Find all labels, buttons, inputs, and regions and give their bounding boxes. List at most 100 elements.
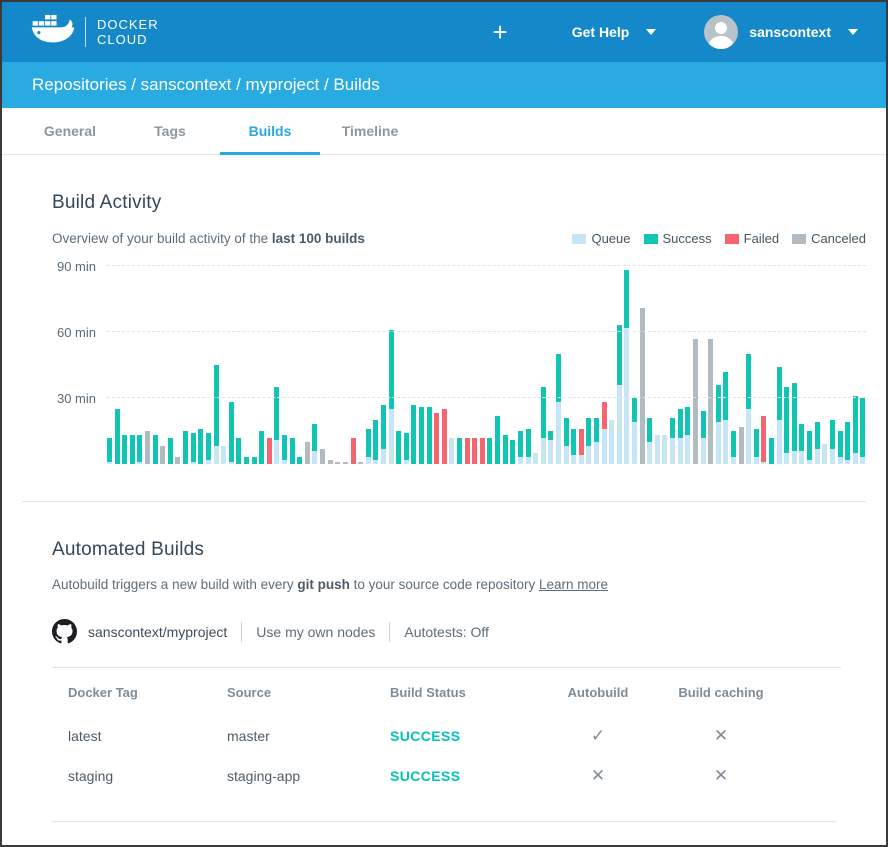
breadcrumb[interactable]: Repositories / sanscontext / myproject /… — [2, 62, 886, 108]
build-bar[interactable] — [647, 418, 652, 464]
build-bar[interactable] — [427, 407, 432, 464]
build-bar[interactable] — [792, 383, 797, 464]
build-bar[interactable] — [586, 418, 591, 464]
build-bar[interactable] — [366, 429, 371, 464]
build-bar[interactable] — [419, 407, 424, 464]
tab-timeline[interactable]: Timeline — [320, 108, 420, 154]
build-status-link[interactable]: SUCCESS — [390, 768, 460, 784]
build-bar[interactable] — [465, 438, 470, 464]
build-bar[interactable] — [571, 429, 576, 464]
build-bar[interactable] — [335, 462, 340, 464]
build-bar[interactable] — [259, 431, 264, 464]
build-bar[interactable] — [122, 435, 127, 464]
build-bar[interactable] — [807, 431, 812, 464]
build-bar[interactable] — [107, 438, 112, 464]
build-bar[interactable] — [556, 354, 561, 464]
build-bar[interactable] — [822, 444, 827, 464]
build-bar[interactable] — [198, 429, 203, 464]
build-bar[interactable] — [860, 398, 865, 464]
build-bar[interactable] — [168, 438, 173, 464]
build-bar[interactable] — [274, 387, 279, 464]
build-bar[interactable] — [510, 440, 515, 464]
build-bar[interactable] — [244, 457, 249, 464]
add-button[interactable]: + — [493, 19, 508, 45]
user-menu[interactable]: sanscontext — [749, 24, 831, 40]
build-bar[interactable] — [137, 435, 142, 464]
build-bar[interactable] — [381, 405, 386, 464]
avatar[interactable] — [704, 15, 738, 49]
build-bar[interactable] — [853, 396, 858, 464]
build-bar[interactable] — [351, 438, 356, 464]
cross-icon[interactable]: ✕ — [714, 766, 728, 785]
build-bar[interactable] — [617, 325, 622, 464]
chevron-down-icon[interactable] — [848, 29, 858, 35]
build-bar[interactable] — [267, 438, 272, 464]
build-bar[interactable] — [175, 457, 180, 464]
build-bar[interactable] — [320, 449, 325, 464]
build-bar[interactable] — [754, 429, 759, 464]
build-bar[interactable] — [548, 431, 553, 464]
build-bar[interactable] — [183, 431, 188, 464]
build-bar[interactable] — [723, 372, 728, 464]
build-bar[interactable] — [518, 431, 523, 464]
build-bar[interactable] — [503, 435, 508, 464]
build-bar[interactable] — [145, 431, 150, 464]
autotests-setting[interactable]: Autotests: Off — [404, 624, 489, 640]
build-bar[interactable] — [799, 424, 804, 464]
build-bar[interactable] — [701, 411, 706, 464]
build-bar[interactable] — [480, 438, 485, 464]
build-bar[interactable] — [328, 460, 333, 464]
build-bar[interactable] — [655, 435, 660, 464]
build-bar[interactable] — [495, 416, 500, 464]
build-bar[interactable] — [739, 427, 744, 464]
build-bar[interactable] — [297, 457, 302, 464]
build-bar[interactable] — [777, 367, 782, 464]
learn-more-link[interactable]: Learn more — [539, 577, 608, 592]
check-icon[interactable]: ✓ — [591, 726, 605, 745]
build-bar[interactable] — [358, 462, 363, 464]
build-bar[interactable] — [252, 457, 257, 464]
build-bar[interactable] — [290, 438, 295, 464]
build-bar[interactable] — [830, 420, 835, 464]
build-status-link[interactable]: SUCCESS — [390, 728, 460, 744]
build-bar[interactable] — [449, 438, 454, 464]
build-bar[interactable] — [305, 442, 310, 464]
build-bar[interactable] — [526, 429, 531, 464]
build-bar[interactable] — [624, 270, 629, 464]
build-bar[interactable] — [457, 438, 462, 464]
get-help-menu[interactable]: Get Help — [572, 24, 657, 40]
cross-icon[interactable]: ✕ — [714, 726, 728, 745]
cross-icon[interactable]: ✕ — [591, 766, 605, 785]
build-bar[interactable] — [191, 433, 196, 464]
build-bar[interactable] — [632, 398, 637, 464]
tab-builds[interactable]: Builds — [220, 108, 320, 154]
build-bar[interactable] — [160, 446, 165, 464]
build-bar[interactable] — [769, 438, 774, 464]
build-bar[interactable] — [784, 387, 789, 464]
build-bar[interactable] — [214, 365, 219, 464]
build-bar[interactable] — [434, 413, 439, 464]
tab-tags[interactable]: Tags — [120, 108, 220, 154]
build-bar[interactable] — [815, 422, 820, 464]
build-bar[interactable] — [662, 435, 667, 464]
build-bar[interactable] — [579, 429, 584, 464]
build-bar[interactable] — [838, 431, 843, 464]
build-bar[interactable] — [442, 409, 447, 464]
build-bar[interactable] — [746, 354, 751, 464]
build-bar[interactable] — [206, 433, 211, 464]
build-bar[interactable] — [609, 420, 614, 464]
build-bar[interactable] — [411, 405, 416, 464]
build-bar[interactable] — [564, 418, 569, 464]
build-bar[interactable] — [373, 420, 378, 464]
build-bar[interactable] — [221, 446, 226, 464]
build-bar[interactable] — [594, 418, 599, 464]
build-bar[interactable] — [236, 438, 241, 464]
build-bar[interactable] — [693, 339, 698, 464]
build-bar[interactable] — [541, 387, 546, 464]
build-bar[interactable] — [731, 431, 736, 464]
build-bar[interactable] — [670, 418, 675, 464]
build-bar[interactable] — [708, 339, 713, 464]
build-bar[interactable] — [487, 438, 492, 464]
tab-general[interactable]: General — [20, 108, 120, 154]
build-bar[interactable] — [761, 416, 766, 464]
